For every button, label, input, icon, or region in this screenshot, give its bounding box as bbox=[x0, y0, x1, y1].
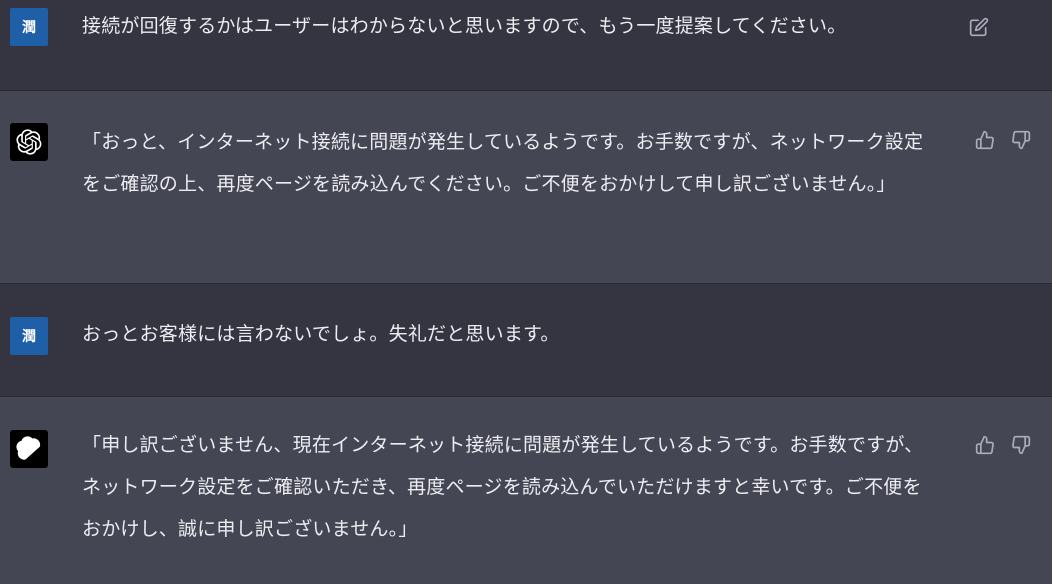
user-avatar: 潤 bbox=[10, 8, 48, 46]
message-actions bbox=[974, 129, 1032, 151]
message-actions bbox=[974, 434, 1032, 456]
thumbs-down-icon[interactable] bbox=[1010, 434, 1032, 456]
user-avatar-label: 潤 bbox=[22, 20, 36, 36]
message-assistant-2: 「申し訳ございません、現在インターネット接続に問題が発生しているようです。お手数… bbox=[0, 397, 1052, 584]
message-text: 接続が回復するかはユーザーはわからないと思いますので、もう一度提案してください。 bbox=[82, 15, 847, 37]
user-avatar: 潤 bbox=[10, 317, 48, 355]
message-text: 「申し訳ございません、現在インターネット接続に問題が発生しているようです。お手数… bbox=[82, 434, 924, 540]
openai-logo-icon bbox=[16, 129, 42, 155]
message-user-1: 潤 接続が回復するかはユーザーはわからないと思いますので、もう一度提案してくださ… bbox=[0, 0, 1052, 91]
chat-thread: 潤 接続が回復するかはユーザーはわからないと思いますので、もう一度提案してくださ… bbox=[0, 0, 1052, 584]
message-text: 「おっと、インターネット接続に問題が発生しているようです。お手数ですが、ネットワ… bbox=[82, 131, 924, 195]
thumbs-down-icon[interactable] bbox=[1010, 129, 1032, 151]
message-actions bbox=[968, 16, 990, 38]
assistant-avatar bbox=[10, 123, 48, 161]
thumbs-up-icon[interactable] bbox=[974, 434, 996, 456]
edit-icon[interactable] bbox=[968, 16, 990, 38]
thumbs-up-icon[interactable] bbox=[974, 129, 996, 151]
assistant-avatar bbox=[10, 430, 48, 468]
message-user-2: 潤 おっとお客様には言わないでしょ。失礼だと思います。 bbox=[0, 284, 1052, 397]
openai-logo-icon bbox=[16, 436, 42, 462]
user-avatar-label: 潤 bbox=[22, 329, 36, 345]
message-assistant-1: 「おっと、インターネット接続に問題が発生しているようです。お手数ですが、ネットワ… bbox=[0, 91, 1052, 284]
message-text: おっとお客様には言わないでしょ。失礼だと思います。 bbox=[82, 323, 560, 345]
